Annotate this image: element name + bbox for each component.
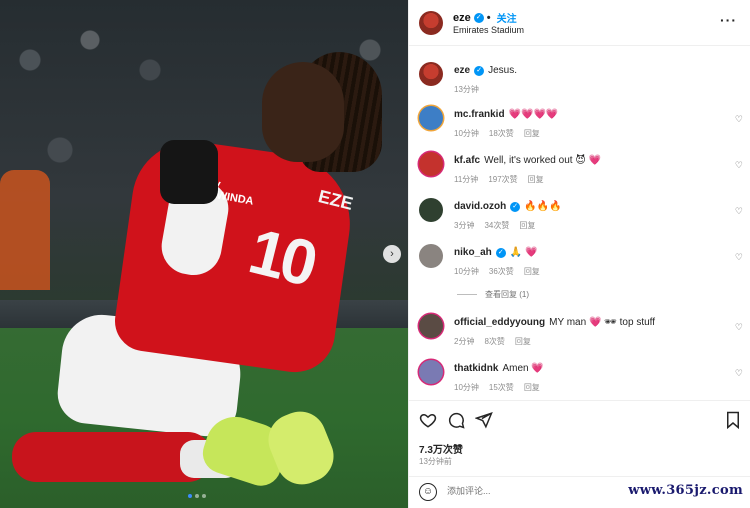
comment-text: 🙏 💗 (509, 247, 538, 258)
heart-icon[interactable]: ♡ (735, 206, 743, 217)
comment-likes[interactable]: 15次赞 (489, 382, 514, 393)
player-glove (160, 140, 218, 204)
comment-likes[interactable]: 36次赞 (489, 266, 514, 277)
heart-icon[interactable]: ♡ (735, 322, 743, 333)
username-link[interactable]: official_eddyyoung (454, 317, 545, 328)
comment-time: 13分钟 (454, 85, 479, 94)
divider (457, 294, 477, 295)
heart-icon[interactable]: ♡ (735, 160, 743, 171)
comment-likes[interactable]: 34次赞 (484, 220, 509, 231)
comment-input[interactable] (447, 486, 627, 496)
comment-time: 3分钟 (454, 221, 475, 230)
comment-likes[interactable]: 8次赞 (484, 336, 504, 347)
comment-text: Well, it's worked out 😈 💗 (484, 155, 601, 166)
reply-button[interactable]: 回复 (528, 174, 544, 185)
post-time: 13分钟前 (419, 457, 452, 466)
comment-likes[interactable]: 197次赞 (488, 174, 517, 185)
username-link[interactable]: eze (454, 65, 470, 76)
likes-count[interactable]: 7.3万次赞 (419, 441, 463, 456)
watermark: www.365jz.com (628, 483, 743, 498)
comment-item: thatkidnk Amen 💗 10分钟 15次赞 回复 ♡ (409, 360, 750, 400)
username-link[interactable]: david.ozoh (454, 201, 506, 212)
carousel-dot (195, 494, 199, 498)
player-head (262, 62, 344, 162)
avatar[interactable] (419, 152, 443, 176)
username-link[interactable]: niko_ah (454, 247, 492, 258)
carousel-dots (188, 494, 206, 498)
header-username-row: eze ✓ • 关注 (453, 10, 517, 26)
reply-button[interactable]: 回复 (524, 128, 540, 139)
reply-button[interactable]: 回复 (515, 336, 531, 347)
avatar[interactable] (419, 360, 443, 384)
comment-item: mc.frankid 💗💗💗💗 10分钟 18次赞 回复 ♡ (409, 106, 750, 146)
carousel-dot (188, 494, 192, 498)
comment-time: 10分钟 (454, 129, 479, 138)
comment-likes[interactable]: 18次赞 (489, 128, 514, 139)
avatar[interactable] (419, 106, 443, 130)
verified-icon: ✓ (473, 12, 484, 23)
avatar[interactable] (419, 198, 443, 222)
avatar[interactable] (419, 62, 443, 86)
verified-icon: ✓ (495, 247, 506, 258)
reply-button[interactable]: 回复 (519, 220, 535, 231)
heart-icon[interactable]: ♡ (735, 368, 743, 379)
comment-text: 💗💗💗💗 (508, 109, 559, 120)
view-replies-button[interactable]: 查看回复 (1) (457, 289, 529, 300)
heart-icon[interactable] (419, 411, 437, 434)
carousel-dot (202, 494, 206, 498)
comment-text: MY man 💗 🕶 top stuff (549, 317, 656, 328)
reply-button[interactable]: 回复 (524, 266, 540, 277)
bookmark-icon[interactable] (725, 411, 741, 434)
reply-button[interactable]: 回复 (524, 382, 540, 393)
username-link[interactable]: kf.afc (454, 155, 480, 166)
caption-text: Jesus. (488, 65, 518, 76)
caption: eze ✓ Jesus. 13分钟 (409, 62, 750, 102)
comment-item: official_eddyyoung MY man 💗 🕶 top stuff … (409, 314, 750, 354)
avatar[interactable] (419, 314, 443, 338)
comment-item: david.ozoh ✓ 🔥🔥🔥 3分钟 34次赞 回复 ♡ (409, 198, 750, 238)
avatar[interactable] (419, 11, 443, 35)
post-actions: 7.3万次赞 13分钟前 (409, 400, 750, 475)
comment-text: Amen 💗 (502, 363, 544, 374)
location-link[interactable]: Emirates Stadium (453, 25, 524, 35)
follow-button[interactable]: 关注 (497, 10, 517, 25)
comment-time: 11分钟 (454, 175, 479, 184)
steward-figure (0, 170, 50, 290)
smile-icon[interactable]: ☺ (419, 483, 437, 501)
heart-icon[interactable]: ♡ (735, 252, 743, 263)
username-link[interactable]: mc.frankid (454, 109, 505, 120)
comment-icon[interactable] (447, 411, 465, 434)
comment-time: 10分钟 (454, 383, 479, 392)
more-horizontal-icon[interactable]: ··· (720, 12, 737, 28)
comment-time: 10分钟 (454, 267, 479, 276)
post-image[interactable]: ly AWINDA EZE 10 › (0, 0, 408, 508)
comment-time: 2分钟 (454, 337, 475, 346)
chevron-right-icon[interactable]: › (383, 245, 401, 263)
comment-item: niko_ah ✓ 🙏 💗 10分钟 36次赞 回复 ♡ (409, 244, 750, 284)
post-header: eze ✓ • 关注 Emirates Stadium ··· (409, 0, 750, 46)
username-link[interactable]: thatkidnk (454, 363, 498, 374)
add-comment-bar: ☺ www.365jz.com (409, 476, 750, 508)
username-link[interactable]: eze (453, 12, 471, 24)
comment-item: kf.afc Well, it's worked out 😈 💗 11分钟 19… (409, 152, 750, 192)
post-side-panel: eze ✓ • 关注 Emirates Stadium ··· eze ✓ Je… (408, 0, 750, 508)
verified-icon: ✓ (474, 65, 485, 76)
avatar[interactable] (419, 244, 443, 268)
comment-text: 🔥🔥🔥 (524, 201, 562, 212)
send-icon[interactable] (474, 411, 493, 434)
heart-icon[interactable]: ♡ (735, 114, 743, 125)
verified-icon: ✓ (510, 201, 521, 212)
